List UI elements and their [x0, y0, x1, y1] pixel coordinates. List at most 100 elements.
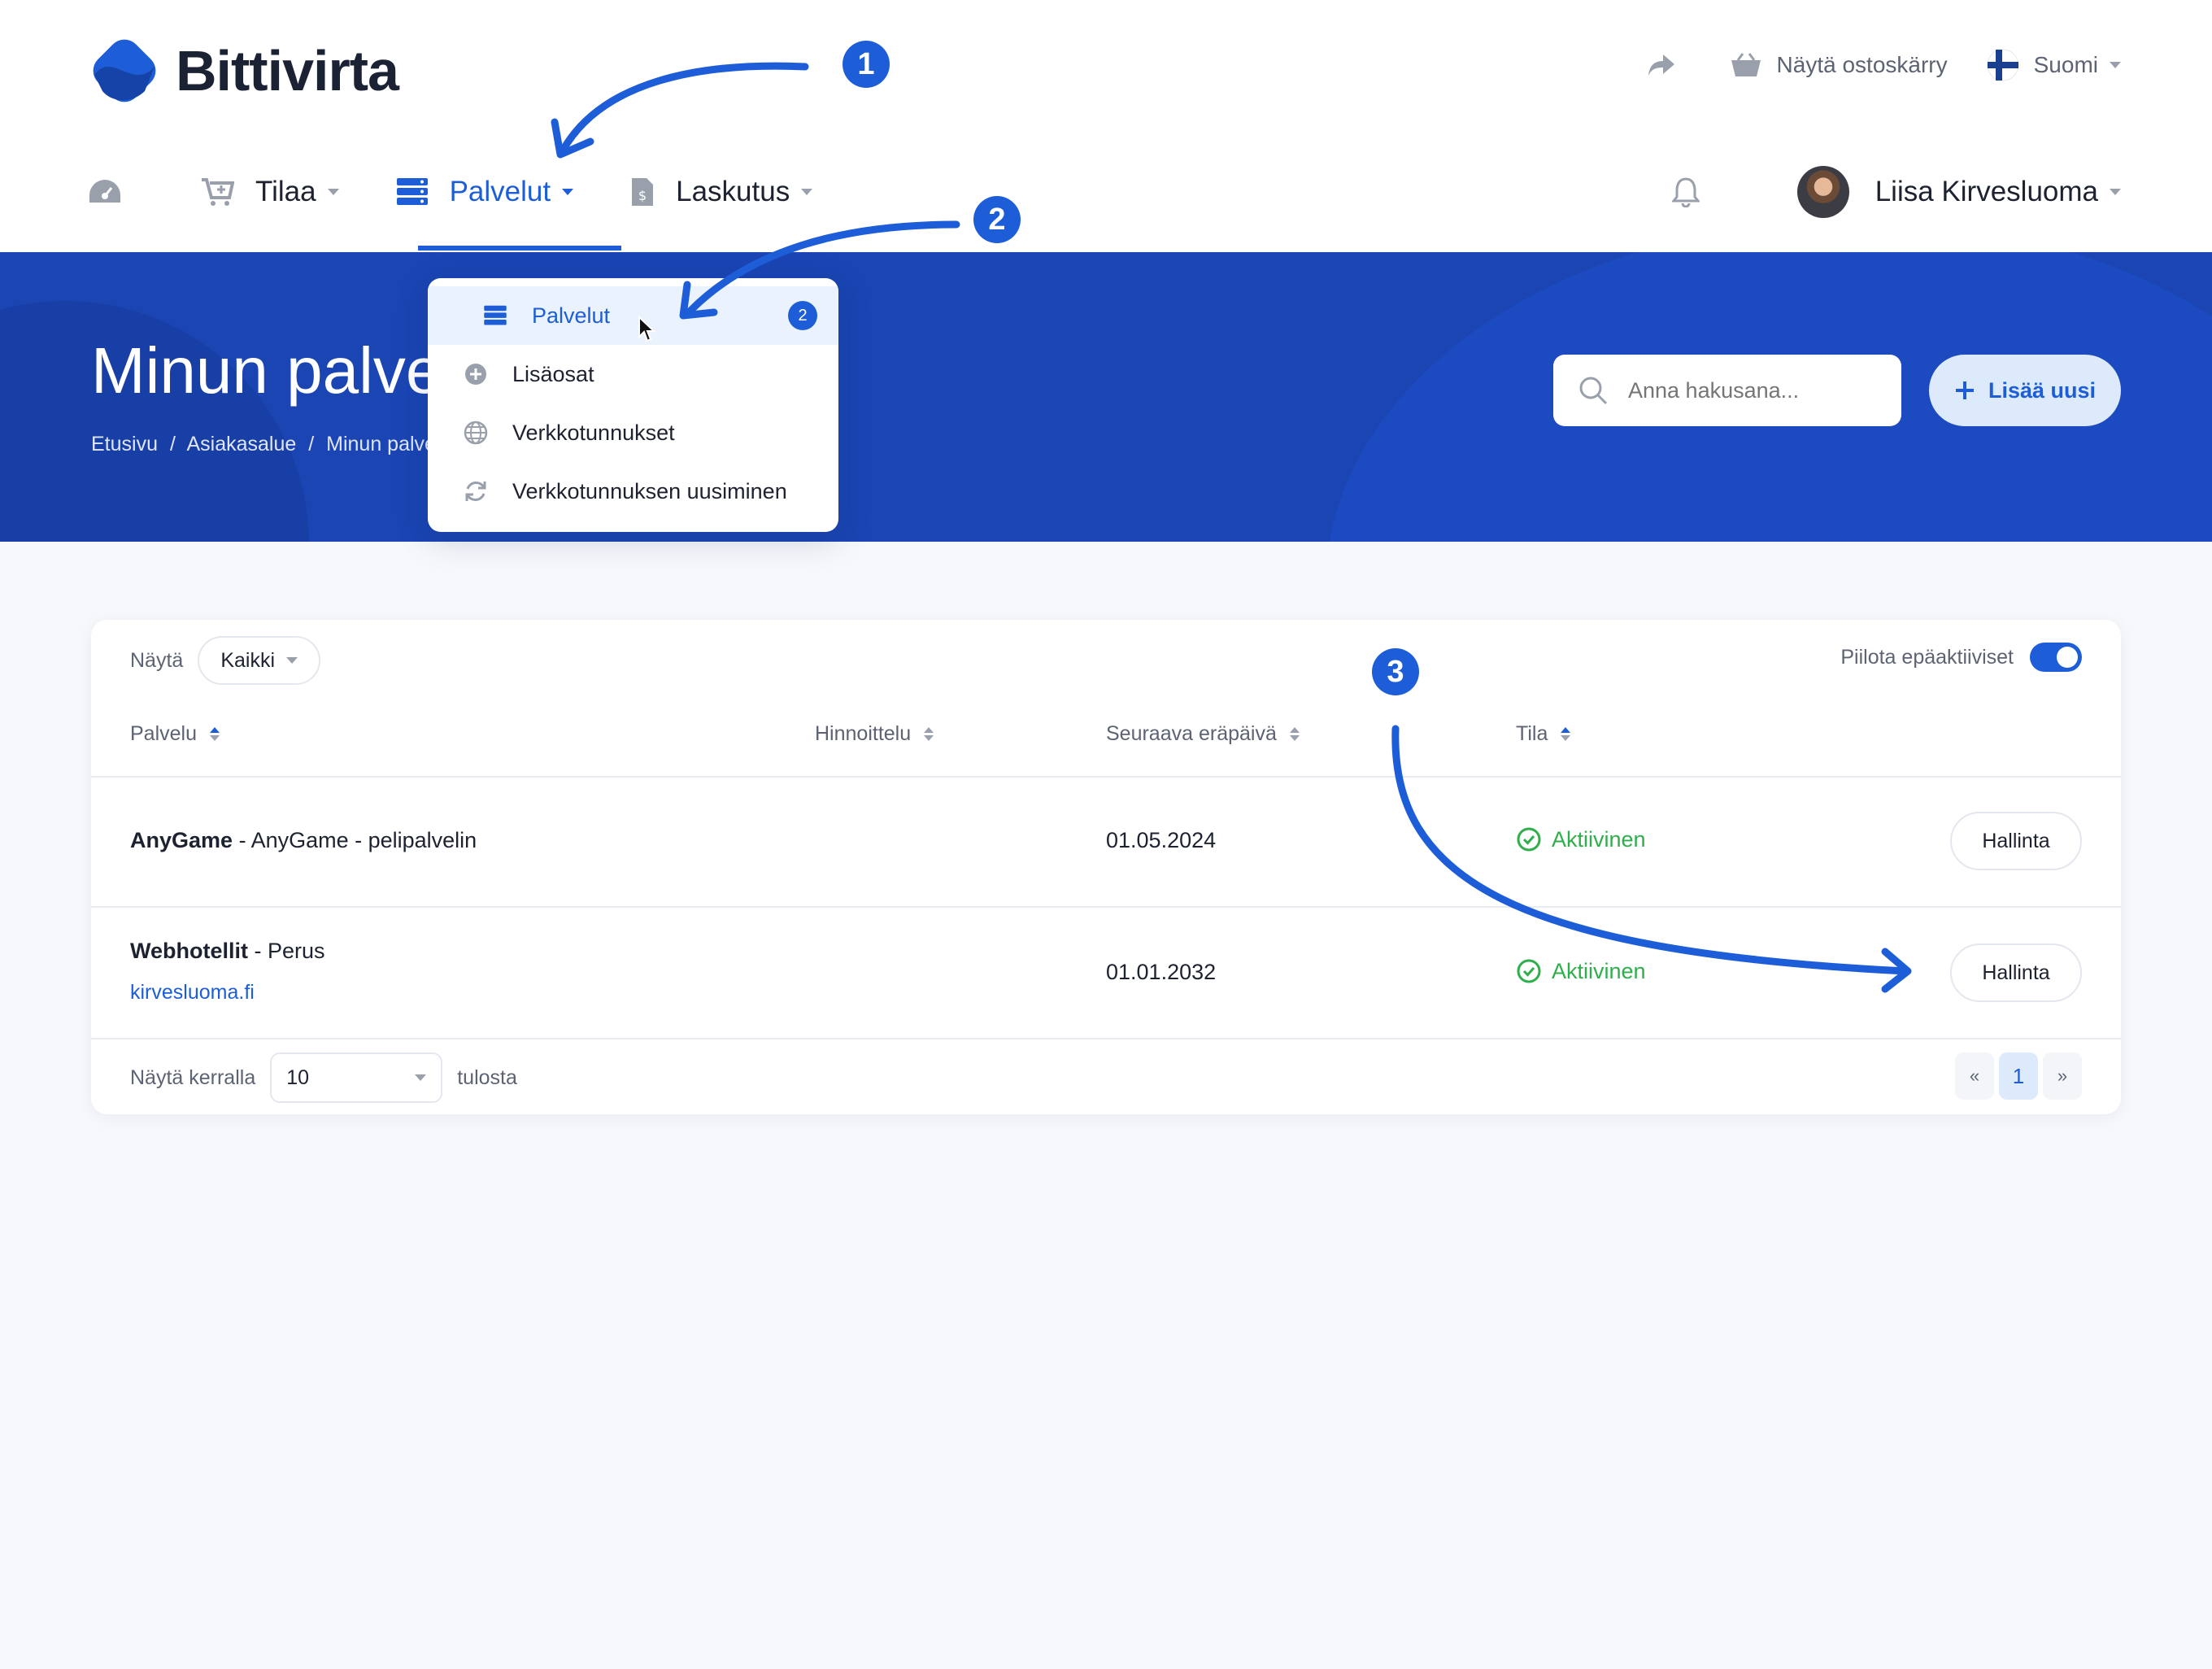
sort-icon [210, 727, 220, 741]
column-header-service[interactable]: Palvelu [130, 722, 220, 746]
server-icon [396, 178, 428, 205]
divider [91, 1038, 2121, 1039]
product-description: - Perus [248, 939, 325, 963]
divider [91, 906, 2121, 908]
annotation-step-1: 1 [843, 41, 890, 88]
page-header: Minun palvelut Etusivu / Asiakasalue / M… [0, 252, 2212, 542]
chevron-down-icon [415, 1074, 427, 1081]
top-bar: Bittivirta Näytä ostoskärry Suomi Tilaa … [0, 0, 2212, 252]
status-badge: Aktiivinen [1516, 958, 1646, 984]
page-size-value: 10 [286, 1065, 310, 1089]
server-icon [484, 305, 507, 325]
check-circle-icon [1517, 959, 1541, 983]
share-button[interactable] [1647, 53, 1691, 77]
plus-circle-icon [465, 364, 486, 385]
page-size-control: Näytä kerralla 10 tulosta [130, 1052, 517, 1103]
manage-button[interactable]: Hallinta [1950, 943, 2082, 1002]
column-label: Hinnoittelu [815, 722, 912, 745]
nav-order-label: Tilaa [255, 176, 316, 207]
top-utilities: Näytä ostoskärry Suomi [1608, 49, 2121, 81]
dashboard-icon [89, 180, 120, 203]
pagination: « 1 » [1950, 1052, 2082, 1100]
annotation-step-3: 3 [1372, 648, 1419, 695]
service-domain-cell: kirvesluoma.fi [130, 979, 255, 1004]
breadcrumb-separator: / [169, 433, 176, 455]
avatar[interactable] [1796, 166, 1849, 218]
hide-inactive-control: Piilota epäaktiiviset [1840, 643, 2082, 672]
column-label: Palvelu [130, 722, 197, 745]
next-due-date: 01.05.2024 [1106, 828, 1217, 852]
sort-icon [924, 727, 934, 741]
add-new-label: Lisää uusi [1988, 377, 2097, 403]
add-new-button[interactable]: Lisää uusi [1929, 355, 2121, 426]
view-cart-link[interactable]: Näytä ostoskärry [1730, 52, 1948, 78]
menu-item-domain-renewal[interactable]: Verkkotunnuksen uusiminen [428, 462, 838, 521]
filter-label: Näytä [130, 648, 184, 672]
cart-plus-icon [202, 178, 234, 206]
product-name: Webhotellit [130, 939, 248, 963]
hide-inactive-toggle[interactable] [2030, 643, 2082, 672]
services-dropdown-menu: Palvelut 2 Lisäosat Verkkotunnukset Verk… [428, 278, 838, 532]
nav-billing-label: Laskutus [676, 176, 790, 207]
status-filter: Näytä Kaikki [130, 636, 320, 685]
nav-services-label: Palvelut [449, 176, 551, 207]
nav-billing[interactable]: $ Laskutus [630, 163, 813, 221]
chevron-down-icon [327, 189, 339, 195]
pagination-page[interactable]: 1 [1999, 1052, 2038, 1100]
service-domain-link[interactable]: kirvesluoma.fi [130, 981, 255, 1004]
language-label: Suomi [2033, 52, 2098, 77]
product-description: - AnyGame - pelipalvelin [233, 828, 477, 852]
user-area: Liisa Kirvesluoma [1671, 163, 2121, 221]
language-selector[interactable]: Suomi [1987, 49, 2121, 81]
next-due-date: 01.01.2032 [1106, 960, 1217, 984]
menu-item-label: Verkkotunnuksen uusiminen [512, 478, 787, 503]
annotation-step-2: 2 [973, 196, 1021, 243]
menu-item-services[interactable]: Palvelut 2 [428, 286, 838, 345]
pagination-next[interactable]: » [2043, 1052, 2082, 1100]
menu-item-label: Verkkotunnukset [512, 420, 675, 445]
plus-icon [1955, 381, 1974, 399]
logo-icon [93, 39, 156, 102]
hide-inactive-label: Piilota epäaktiiviset [1840, 645, 2014, 669]
filter-value: Kaikki [220, 648, 275, 672]
product-name: AnyGame [130, 828, 233, 852]
invoice-icon: $ [632, 178, 654, 206]
table-row-service: Webhotellit - Perus [130, 939, 325, 964]
view-cart-label: Näytä ostoskärry [1776, 52, 1948, 77]
search-field[interactable] [1553, 355, 1901, 426]
pagination-prev[interactable]: « [1955, 1052, 1994, 1100]
brand-logo[interactable]: Bittivirta [88, 34, 399, 107]
column-header-next-due[interactable]: Seuraava eräpäivä [1106, 722, 1300, 746]
page-size-select[interactable]: 10 [270, 1052, 443, 1103]
breadcrumb: Etusivu / Asiakasalue / Minun palvelut [91, 433, 464, 456]
globe-icon [464, 421, 488, 445]
nav-services[interactable]: Palvelut [396, 163, 574, 221]
bell-icon[interactable] [1671, 176, 1700, 207]
column-header-pricing[interactable]: Hinnoittelu [815, 722, 934, 746]
nav-order[interactable]: Tilaa [200, 163, 339, 221]
share-icon [1648, 54, 1674, 76]
refresh-icon [465, 482, 486, 501]
table-row-service: AnyGame - AnyGame - pelipalvelin [130, 828, 477, 853]
count-badge: 2 [788, 301, 817, 330]
breadcrumb-client-area[interactable]: Asiakasalue [186, 433, 296, 455]
status-filter-select[interactable]: Kaikki [198, 636, 320, 685]
breadcrumb-home[interactable]: Etusivu [91, 433, 158, 455]
user-name[interactable]: Liisa Kirvesluoma [1875, 176, 2098, 208]
sort-icon [1289, 727, 1300, 741]
chevron-down-icon [2110, 62, 2121, 68]
svg-text:$: $ [638, 188, 647, 203]
sort-icon [1561, 727, 1571, 741]
manage-button[interactable]: Hallinta [1950, 812, 2082, 870]
finland-flag-icon [1987, 49, 2019, 81]
menu-item-addons[interactable]: Lisäosat [428, 345, 838, 403]
nav-dashboard[interactable] [88, 163, 143, 221]
search-input[interactable] [1628, 377, 1872, 403]
active-nav-indicator [418, 246, 621, 251]
basket-icon [1731, 53, 1761, 76]
menu-item-domains[interactable]: Verkkotunnukset [428, 403, 838, 462]
page-size-suffix: tulosta [457, 1065, 517, 1089]
page-size-label: Näytä kerralla [130, 1065, 256, 1089]
chevron-down-icon [801, 189, 813, 195]
column-header-status[interactable]: Tila [1516, 722, 1571, 746]
